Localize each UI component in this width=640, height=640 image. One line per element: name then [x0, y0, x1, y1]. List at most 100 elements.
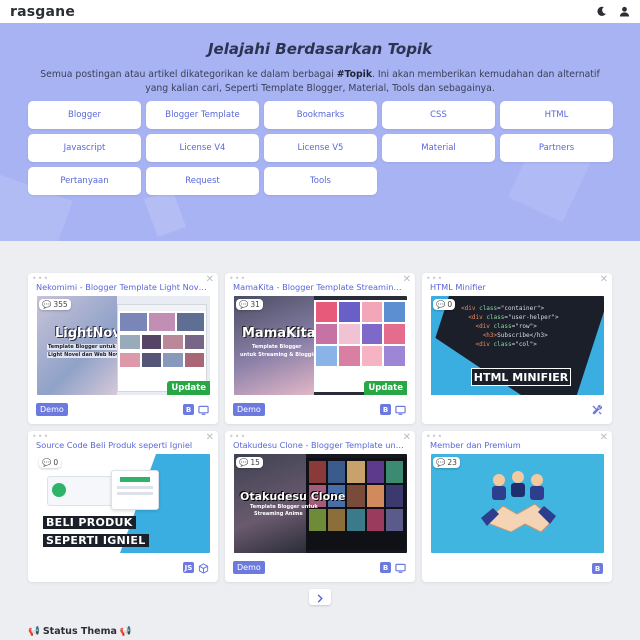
- thumb-heading: BELI PRODUK: [43, 516, 136, 529]
- topic-partners[interactable]: Partners: [500, 134, 613, 162]
- post-tags: B: [380, 562, 406, 574]
- post-thumbnail[interactable]: 💬 23: [431, 454, 604, 553]
- post-tags: [591, 404, 603, 416]
- update-badge: Update: [364, 381, 407, 395]
- megaphone-icon: 📢: [28, 626, 40, 637]
- hero-decoration: [144, 189, 186, 237]
- js-icon[interactable]: JS: [183, 562, 194, 573]
- post-title[interactable]: Member dan Premium: [430, 440, 602, 450]
- product-mock: [47, 476, 117, 506]
- topic-bookmarks[interactable]: Bookmarks: [264, 101, 377, 129]
- topic-material[interactable]: Material: [382, 134, 495, 162]
- megaphone-icon: 📢: [119, 626, 132, 637]
- post-card[interactable]: ••• ✕ Otakudesu Clone - Blogger Template…: [225, 431, 415, 582]
- user-icon[interactable]: [619, 6, 630, 17]
- topic-javascript[interactable]: Javascript: [28, 134, 141, 162]
- thumb-heading: Otakudesu Clone: [240, 490, 346, 503]
- code-lines: <div class="container"> <div class="user…: [461, 305, 559, 348]
- hero-title: Jelajahi Berdasarkan Topik: [207, 40, 433, 58]
- post-title[interactable]: Source Code Beli Produk seperti Igniel: [36, 440, 208, 450]
- status-heading: 📢 Status Thema 📢: [28, 626, 132, 637]
- next-page-button[interactable]: [309, 589, 331, 605]
- comment-icon: 💬: [42, 458, 52, 467]
- topic-license-v4[interactable]: License V4: [146, 134, 259, 162]
- post-grid: ••• ✕ Nekomimi - Blogger Template Light …: [28, 273, 613, 582]
- topic-tools[interactable]: Tools: [264, 167, 377, 195]
- post-tags: B: [183, 404, 209, 416]
- post-card[interactable]: ••• ✕ Source Code Beli Produk seperti Ig…: [28, 431, 218, 582]
- topic-license-v5[interactable]: License V5: [264, 134, 377, 162]
- update-badge: Update: [167, 381, 210, 395]
- monitor-icon[interactable]: [197, 404, 209, 416]
- topic-hero: Jelajahi Berdasarkan Topik Semua posting…: [0, 23, 640, 241]
- comment-icon: 💬: [42, 300, 52, 309]
- topic-blogger-template[interactable]: Blogger Template: [146, 101, 259, 129]
- handshake-icon: [481, 470, 556, 542]
- topic-blogger[interactable]: Blogger: [28, 101, 141, 129]
- blogger-icon[interactable]: B: [592, 563, 603, 574]
- comment-count: 💬 355: [39, 299, 71, 310]
- blogger-icon[interactable]: B: [380, 562, 391, 573]
- post-thumbnail[interactable]: 💬 355 LightNovel Template Blogger untuk L…: [37, 296, 210, 395]
- top-bar: rasgane: [0, 0, 640, 23]
- desc-hashtag: #Topik: [336, 69, 373, 80]
- desc-text: Semua postingan atau artikel dikategorik…: [40, 69, 337, 80]
- demo-button[interactable]: Demo: [233, 561, 265, 574]
- topic-css[interactable]: CSS: [382, 101, 495, 129]
- screenshot-mock: [314, 300, 407, 392]
- comment-count: 💬 0: [433, 299, 456, 310]
- monitor-icon[interactable]: [394, 404, 406, 416]
- screenshot-mock: [306, 458, 406, 550]
- post-card[interactable]: ••• ✕ Nekomimi - Blogger Template Light …: [28, 273, 218, 424]
- post-card[interactable]: ••• ✕ HTML Minifier 💬 0 <div class="conta…: [422, 273, 612, 424]
- post-title[interactable]: HTML Minifier: [430, 282, 602, 292]
- post-title[interactable]: Otakudesu Clone - Blogger Template unt…: [233, 440, 405, 450]
- blogger-icon[interactable]: B: [380, 404, 391, 415]
- hero-description: Semua postingan atau artikel dikategorik…: [36, 68, 604, 96]
- comment-number: 355: [53, 300, 68, 309]
- comment-number: 23: [447, 458, 457, 467]
- post-card[interactable]: ••• ✕ Member dan Premium 💬 23 B: [422, 431, 612, 582]
- thumb-subtext: untuk Streaming & Blogging: [240, 352, 321, 358]
- post-thumbnail[interactable]: 💬 0 BELI PRODUK SEPERTI IGNIEL: [37, 454, 210, 553]
- thumb-heading: MamaKita: [242, 326, 316, 341]
- comment-icon: 💬: [239, 300, 249, 309]
- thumb-subtext: Template Blogger: [252, 344, 302, 350]
- post-title[interactable]: Nekomimi - Blogger Template Light Nove…: [36, 282, 208, 292]
- post-title[interactable]: MamaKita - Blogger Template Streamin…: [233, 282, 405, 292]
- comment-icon: 💬: [436, 458, 446, 467]
- post-tags: JS: [183, 562, 209, 574]
- status-label: Status Thema: [42, 626, 117, 637]
- chevron-right-icon: [316, 588, 324, 607]
- post-card[interactable]: ••• ✕ MamaKita - Blogger Template Stream…: [225, 273, 415, 424]
- site-logo[interactable]: rasgane: [10, 4, 75, 20]
- post-thumbnail[interactable]: 💬 31 MamaKita Template Blogger untuk Stre…: [234, 296, 407, 395]
- moon-icon[interactable]: [596, 6, 607, 17]
- product-popup: [111, 470, 159, 510]
- thumb-subtext: Template Blogger untuk: [250, 504, 318, 510]
- post-tags: B: [380, 404, 406, 416]
- post-thumbnail[interactable]: 💬 15 Otakudesu Clone Template Blogger unt…: [234, 454, 407, 553]
- thumb-banner: HTML MINIFIER: [471, 368, 571, 386]
- comment-count: 💬 23: [433, 457, 460, 468]
- monitor-icon[interactable]: [394, 562, 406, 574]
- demo-button[interactable]: Demo: [36, 403, 68, 416]
- comment-number: 31: [250, 300, 260, 309]
- header-actions: [596, 6, 630, 17]
- screenshot-mock: [117, 304, 207, 392]
- blogger-icon[interactable]: B: [183, 404, 194, 415]
- comment-number: 0: [447, 300, 453, 309]
- demo-button[interactable]: Demo: [233, 403, 265, 416]
- comment-count: 💬 15: [236, 457, 263, 468]
- thumb-subtext: Streaming Anime: [254, 511, 303, 517]
- box-icon[interactable]: [197, 562, 209, 574]
- thumb-subtext: Template Blogger untuk: [47, 344, 117, 350]
- topic-pertanyaan[interactable]: Pertanyaan: [28, 167, 141, 195]
- comment-icon: 💬: [239, 458, 249, 467]
- thumb-heading: SEPERTI IGNIEL: [43, 534, 149, 547]
- topic-request[interactable]: Request: [146, 167, 259, 195]
- topic-html[interactable]: HTML: [500, 101, 613, 129]
- post-thumbnail[interactable]: 💬 0 <div class="container"> <div class="u…: [431, 296, 604, 395]
- tools-icon[interactable]: [591, 404, 603, 416]
- comment-icon: 💬: [436, 300, 446, 309]
